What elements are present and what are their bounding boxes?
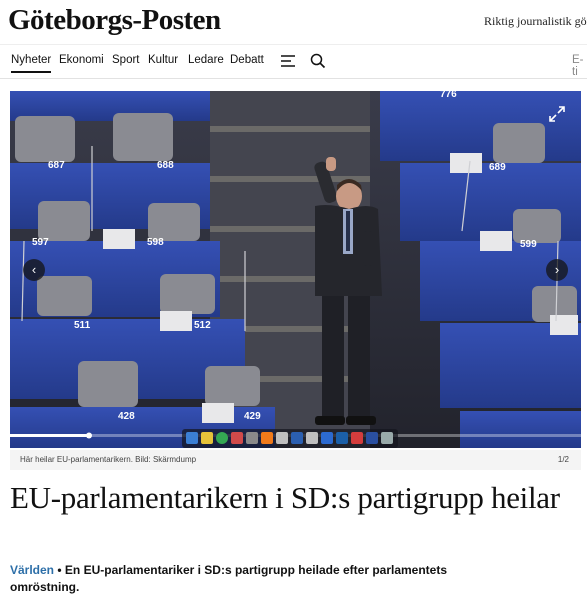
image-caption: Här heilar EU-parlamentarikern. Bild: Sk… <box>20 455 197 464</box>
nav-item-ekonomi[interactable]: Ekonomi <box>59 54 104 66</box>
nav-item-nyheter[interactable]: Nyheter <box>11 54 52 73</box>
seat-number: 512 <box>194 320 211 331</box>
menu-icon[interactable] <box>279 52 297 70</box>
main-nav: Nyheter Ekonomi Sport Kultur Ledare Deba… <box>0 44 587 79</box>
next-image-button[interactable]: › <box>546 259 568 281</box>
article-category-link[interactable]: Världen <box>10 563 54 577</box>
seat-number: 687 <box>48 160 65 171</box>
site-tagline: Riktig journalistik gör s <box>484 14 587 28</box>
seat-number: 599 <box>520 239 537 250</box>
expand-icon[interactable] <box>547 104 567 124</box>
seat-number: 511 <box>74 320 91 331</box>
parliament-photo: 687 688 689 597 598 599 511 512 428 429 … <box>10 91 581 448</box>
chevron-right-icon: › <box>554 262 560 277</box>
search-icon[interactable] <box>309 52 327 70</box>
image-caption-bar: Här heilar EU-parlamentarikern. Bild: Sk… <box>10 450 581 470</box>
bullet-separator: • <box>57 563 62 577</box>
image-counter: 1/2 <box>557 455 569 464</box>
seat-number: 688 <box>157 160 174 171</box>
article-headline: EU-parlamentarikern i SD:s partigrupp he… <box>10 480 560 515</box>
seat-number: 776 <box>440 91 457 100</box>
nav-item-debatt[interactable]: Debatt <box>230 54 264 66</box>
seat-number: 689 <box>489 162 506 173</box>
site-header: Göteborgs-Posten Riktig journalistik gör… <box>0 0 587 44</box>
chevron-left-icon: ‹ <box>31 262 37 277</box>
nav-item-kultur[interactable]: Kultur <box>148 54 178 66</box>
nav-item-ledare[interactable]: Ledare <box>188 54 224 66</box>
seat-number: 429 <box>244 411 261 422</box>
seat-number: 598 <box>147 237 164 248</box>
article-lead: Världen • En EU-parlamentariker i SD:s p… <box>10 562 490 596</box>
previous-image-button[interactable]: ‹ <box>23 259 45 281</box>
site-logo[interactable]: Göteborgs-Posten <box>8 4 221 37</box>
nav-item-sport[interactable]: Sport <box>112 54 140 66</box>
article-image: 687 688 689 597 598 599 511 512 428 429 … <box>10 91 581 448</box>
seat-number: 597 <box>32 237 49 248</box>
seat-number: 428 <box>118 411 135 422</box>
e-tidning-link[interactable]: E-ti <box>572 54 587 78</box>
article-lead-text: En EU-parlamentariker i SD:s partigrupp … <box>10 563 448 594</box>
